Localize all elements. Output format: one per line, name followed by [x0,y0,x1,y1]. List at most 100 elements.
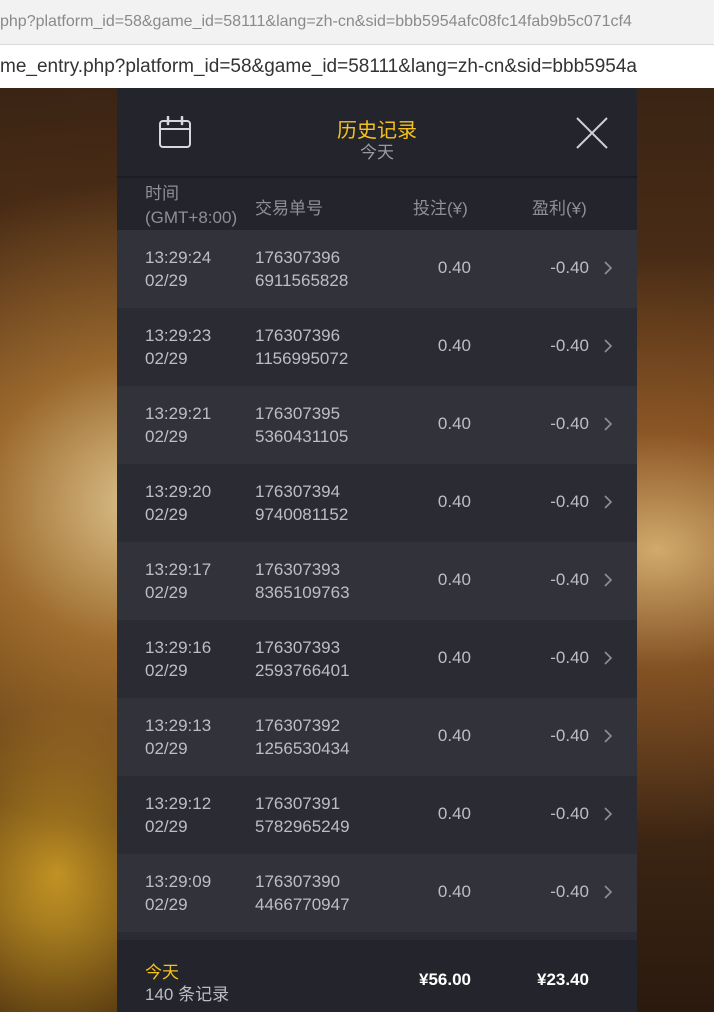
row-transaction-id: 176307396 6911565828 [255,246,348,292]
row-time: 13:29:09 02/29 [145,870,211,916]
row-transaction-id: 176307396 1156995072 [255,324,348,370]
row-bet: 0.40 [437,570,471,589]
row-transaction-id-part2: 9740081152 [255,505,349,524]
table-row[interactable]: 13:29:24 02/29 176307396 6911565828 0.40… [117,230,637,308]
row-time-clock: 13:29:21 [145,404,212,423]
row-time-clock: 13:29:17 [145,560,212,579]
close-button[interactable] [573,114,611,152]
row-profit: -0.40 [550,726,589,745]
row-transaction-id-part1: 176307395 [255,404,341,423]
row-time: 13:29:23 02/29 [145,324,211,370]
row-transaction-id-part2: 5782965249 [255,817,350,836]
row-time-date: 02/29 [145,739,188,758]
row-profit: -0.40 [550,882,589,901]
table-row[interactable]: 13:29:21 02/29 176307395 5360431105 0.40… [117,386,637,464]
row-profit: -0.40 [550,336,589,355]
row-transaction-id-part2: 2593766401 [255,661,350,680]
summary-total-profit: ¥23.40 [537,970,589,989]
row-transaction-id-part2: 4466770947 [255,895,350,914]
row-time-date: 02/29 [145,895,188,914]
page-subtitle: 今天 [360,143,394,162]
row-transaction-id-part2: 5360431105 [255,427,349,446]
row-time-date: 02/29 [145,661,188,680]
row-bet: 0.40 [437,492,471,511]
row-time-date: 02/29 [145,505,188,524]
chevron-right-icon [604,807,613,821]
row-transaction-id-part1: 176307396 [255,326,341,345]
row-transaction-id-part1: 176307393 [255,638,341,657]
row-time: 13:29:21 02/29 [145,402,211,448]
row-transaction-id-part1: 176307394 [255,482,341,501]
table-row[interactable]: 13:29:16 02/29 176307393 2593766401 0.40… [117,620,637,698]
chevron-right-icon [604,339,613,353]
row-time: 13:29:12 02/29 [145,792,211,838]
panel-header: 历史记录 今天 [117,88,637,178]
row-bet: 0.40 [437,648,471,667]
chevron-right-icon [604,417,613,431]
row-transaction-id-part2: 8365109763 [255,583,350,602]
row-time-date: 02/29 [145,583,188,602]
row-transaction-id-part1: 176307391 [255,794,341,813]
summary-record-count: 140 条记录 [145,985,230,1004]
chevron-right-icon [604,651,613,665]
row-time-clock: 13:29:13 [145,716,212,735]
url-text-upper: php?platform_id=58&game_id=58111&lang=zh… [0,13,632,30]
row-transaction-id-part1: 176307392 [255,716,341,735]
row-transaction-id-part2: 1256530434 [255,739,350,758]
column-header-transaction-id: 交易单号 [255,199,323,218]
row-profit: -0.40 [550,258,589,277]
column-header-bet: 投注(¥) [413,199,468,218]
chevron-right-icon [604,495,613,509]
row-time-date: 02/29 [145,271,188,290]
row-bet: 0.40 [437,804,471,823]
table-row[interactable]: 13:29:17 02/29 176307393 8365109763 0.40… [117,542,637,620]
row-time-clock: 13:29:12 [145,794,212,813]
row-time: 13:29:24 02/29 [145,246,211,292]
column-header-time: 时间 (GMT+8:00) [145,182,237,230]
row-time: 13:29:17 02/29 [145,558,211,604]
row-bet: 0.40 [437,882,471,901]
row-transaction-id: 176307391 5782965249 [255,792,350,838]
column-header-timezone: (GMT+8:00) [145,208,238,227]
row-time-clock: 13:29:24 [145,248,212,267]
column-header-time-label: 时间 [145,184,179,203]
column-header-profit: 盈利(¥) [532,199,587,218]
chevron-right-icon [604,573,613,587]
chevron-right-icon [604,261,613,275]
table-row[interactable]: 13:29:23 02/29 176307396 1156995072 0.40… [117,308,637,386]
address-bar-lower[interactable]: me_entry.php?platform_id=58&game_id=5811… [0,45,714,88]
row-transaction-id: 176307393 2593766401 [255,636,350,682]
table-row[interactable]: 13:29:13 02/29 176307392 1256530434 0.40… [117,698,637,776]
summary-footer: 今天 140 条记录 ¥56.00 ¥23.40 [117,940,637,1012]
table-row[interactable]: 13:29:09 02/29 176307390 4466770947 0.40… [117,854,637,932]
row-bet: 0.40 [437,726,471,745]
row-bet: 0.40 [437,336,471,355]
row-transaction-id-part2: 6911565828 [255,271,349,290]
row-transaction-id: 176307390 4466770947 [255,870,350,916]
row-transaction-id-part1: 176307396 [255,248,341,267]
row-profit: -0.40 [550,804,589,823]
row-time: 13:29:13 02/29 [145,714,211,760]
row-transaction-id: 176307392 1256530434 [255,714,350,760]
close-icon [576,117,608,149]
row-transaction-id: 176307393 8365109763 [255,558,350,604]
row-time-clock: 13:29:16 [145,638,212,657]
row-time: 13:29:20 02/29 [145,480,211,526]
table-row[interactable]: 13:29:20 02/29 176307394 9740081152 0.40… [117,464,637,542]
history-panel: 历史记录 今天 时间 (GMT+8:00) 交易单号 投注(¥) 盈利(¥) 1… [117,88,637,1012]
url-text-lower: me_entry.php?platform_id=58&game_id=5811… [0,56,637,77]
row-time-date: 02/29 [145,349,188,368]
row-transaction-id-part2: 1156995072 [255,349,349,368]
summary-total-bet: ¥56.00 [419,970,471,989]
row-time-clock: 13:29:09 [145,872,212,891]
address-bar-upper[interactable]: php?platform_id=58&game_id=58111&lang=zh… [0,0,714,45]
row-time-date: 02/29 [145,817,188,836]
table-header: 时间 (GMT+8:00) 交易单号 投注(¥) 盈利(¥) [117,178,637,230]
row-transaction-id: 176307394 9740081152 [255,480,348,526]
row-time-clock: 13:29:23 [145,326,212,345]
table-row[interactable]: 13:29:12 02/29 176307391 5782965249 0.40… [117,776,637,854]
row-profit: -0.40 [550,570,589,589]
row-bet: 0.40 [437,258,471,277]
row-profit: -0.40 [550,648,589,667]
row-profit: -0.40 [550,414,589,433]
